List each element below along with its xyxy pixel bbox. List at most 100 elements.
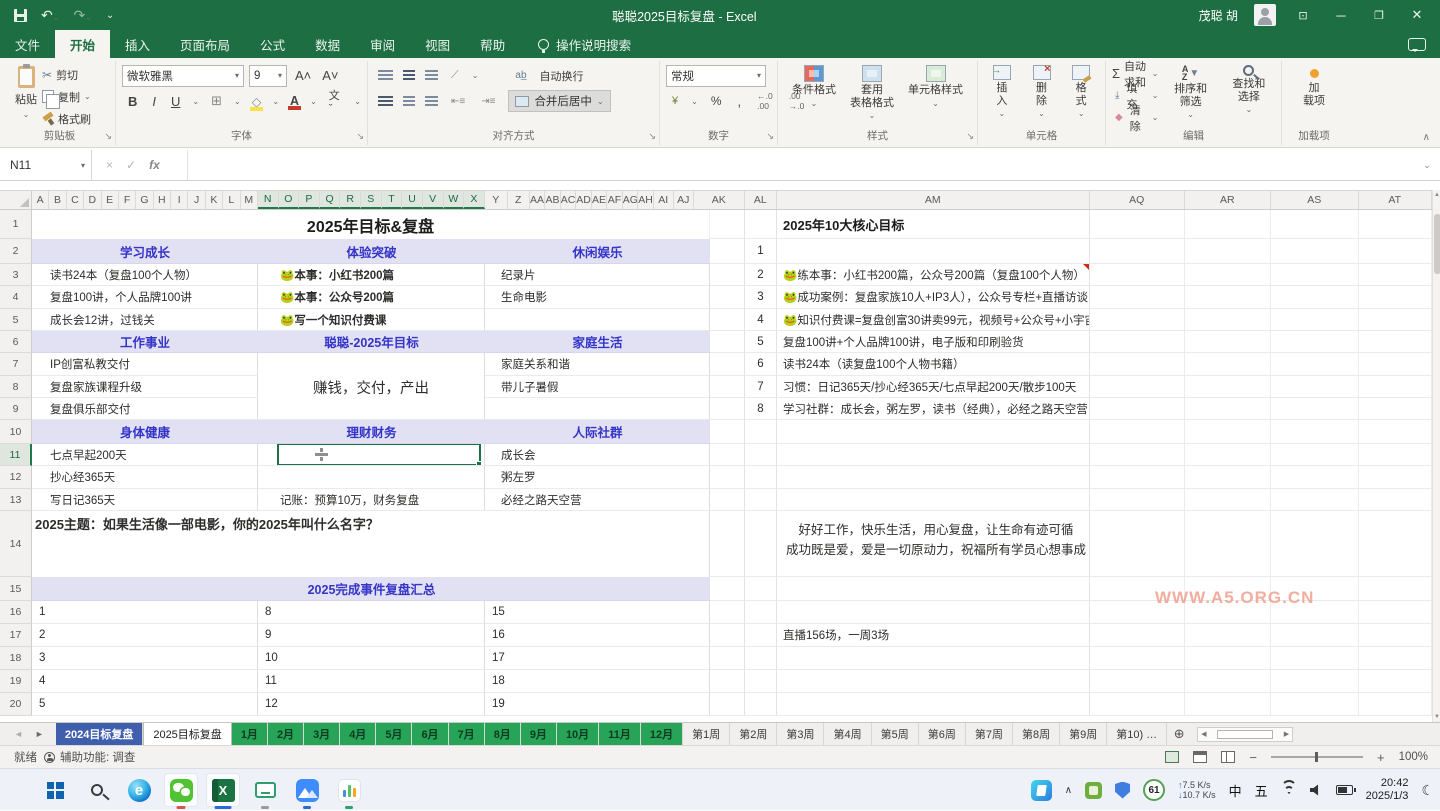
column-header-AG[interactable]: AG: [623, 191, 639, 209]
cell[interactable]: 5: [32, 693, 258, 716]
user-avatar[interactable]: [1254, 4, 1276, 26]
cell[interactable]: [745, 210, 777, 239]
increase-decimal-icon[interactable]: ←.0.00: [754, 91, 776, 111]
cell[interactable]: 直播156场，一周3场: [777, 624, 1090, 647]
minimize-button[interactable]: ─: [1330, 8, 1352, 23]
sheet-tab-第2周[interactable]: 第2周: [730, 723, 777, 745]
column-header-M[interactable]: M: [241, 191, 258, 209]
cell[interactable]: [1185, 420, 1271, 444]
cell[interactable]: [1359, 444, 1432, 466]
column-header-G[interactable]: G: [136, 191, 153, 209]
column-header-V[interactable]: V: [423, 191, 444, 209]
paste-button[interactable]: 粘贴⌄: [10, 63, 42, 128]
cell[interactable]: 好好工作，快乐生活，用心复盘，让生命有迹可循成功既是爱，爱是一切原动力，祝福所有…: [777, 511, 1090, 577]
cell[interactable]: 1: [745, 239, 777, 264]
column-header-I[interactable]: I: [171, 191, 188, 209]
collapse-ribbon-icon[interactable]: ∧: [1423, 132, 1430, 143]
cell[interactable]: 成长会12讲，过钱关: [32, 309, 258, 331]
cell[interactable]: [485, 398, 710, 420]
cell-band[interactable]: 学习成长: [32, 239, 258, 264]
accessibility-status[interactable]: 辅助功能: 调查: [44, 749, 135, 765]
cell[interactable]: [258, 466, 485, 489]
cell-band[interactable]: 人际社群: [485, 420, 710, 444]
cell[interactable]: [1271, 624, 1359, 647]
cell[interactable]: [745, 693, 777, 716]
cell[interactable]: [710, 444, 745, 466]
tray-security-shield-icon[interactable]: [1115, 782, 1130, 799]
row-header-1[interactable]: 1: [0, 210, 32, 239]
taskbar-excel[interactable]: X: [202, 769, 244, 811]
column-header-J[interactable]: J: [188, 191, 205, 209]
cell[interactable]: 记账：预算10万，财务复盘: [258, 489, 485, 511]
cell[interactable]: 必经之路天空营: [485, 489, 710, 511]
cell[interactable]: [710, 398, 745, 420]
zoom-level[interactable]: 100%: [1399, 751, 1428, 763]
tab-page-layout[interactable]: 页面布局: [165, 30, 245, 58]
customize-qat-icon[interactable]: ⌄: [106, 10, 114, 21]
delete-cells-button[interactable]: 删除⌄: [1024, 63, 1060, 129]
cell[interactable]: [745, 420, 777, 444]
sheet-tab-12月[interactable]: 12月: [641, 723, 683, 745]
cell[interactable]: 4: [745, 309, 777, 331]
row-header-10[interactable]: 10: [0, 420, 32, 444]
cell[interactable]: [1359, 309, 1432, 331]
sheet-tab-第10) …[interactable]: 第10) …: [1107, 723, 1167, 745]
cell[interactable]: [1271, 511, 1359, 577]
cell[interactable]: [1090, 353, 1185, 376]
cell[interactable]: 🐸知识付费课=复盘创富30讲卖99元，视频号+公众号+小宇宙: [777, 309, 1090, 331]
wrap-text-button[interactable]: 自动换行: [540, 68, 584, 84]
cell[interactable]: [1185, 239, 1271, 264]
cell[interactable]: [1090, 647, 1185, 670]
row-header-20[interactable]: 20: [0, 693, 32, 716]
row-header-18[interactable]: 18: [0, 647, 32, 670]
sheet-tab-2月[interactable]: 2月: [268, 723, 304, 745]
cell[interactable]: [710, 376, 745, 398]
tray-network-speed[interactable]: ↑7.5 K/s↓10.7 K/s: [1178, 780, 1216, 801]
cell[interactable]: [710, 264, 745, 286]
cell[interactable]: [1090, 466, 1185, 489]
font-dialog-launcher-icon[interactable]: ↘: [356, 131, 364, 142]
cell-band[interactable]: 聪聪-2025年目标: [258, 331, 485, 353]
cell[interactable]: [1359, 624, 1432, 647]
cell-band[interactable]: [32, 577, 258, 601]
align-center-icon[interactable]: [403, 96, 415, 107]
sheet-tab-1月[interactable]: 1月: [232, 723, 268, 745]
sheet-tab-第9周[interactable]: 第9周: [1060, 723, 1107, 745]
column-header-U[interactable]: U: [402, 191, 423, 209]
cell[interactable]: 复盘家族课程升级: [32, 376, 258, 398]
column-header-L[interactable]: L: [223, 191, 240, 209]
cell-styles-button[interactable]: 单元格样式⌄: [901, 63, 970, 129]
sheet-tab-5月[interactable]: 5月: [376, 723, 412, 745]
cell[interactable]: 纪录片: [485, 264, 710, 286]
cell[interactable]: [745, 601, 777, 624]
taskbar-wechat[interactable]: [160, 769, 202, 811]
column-header-AK[interactable]: AK: [694, 191, 745, 209]
cell[interactable]: [1271, 444, 1359, 466]
tray-health-score[interactable]: 61: [1143, 779, 1165, 801]
clipboard-dialog-launcher-icon[interactable]: ↘: [104, 131, 112, 142]
page-break-view-icon[interactable]: [1221, 751, 1235, 763]
horizontal-scrollbar[interactable]: ◀ ▶: [1197, 727, 1293, 742]
cell-band[interactable]: 身体健康: [32, 420, 258, 444]
cell[interactable]: [1185, 511, 1271, 577]
cell[interactable]: [1090, 444, 1185, 466]
cell[interactable]: 复盘俱乐部交付: [32, 398, 258, 420]
comma-style-icon[interactable]: ,: [735, 94, 745, 109]
cell[interactable]: [745, 624, 777, 647]
cell[interactable]: [777, 466, 1090, 489]
cell[interactable]: [1359, 331, 1432, 353]
column-header-AI[interactable]: AI: [654, 191, 674, 209]
cell[interactable]: [1271, 264, 1359, 286]
column-header-Z[interactable]: Z: [508, 191, 530, 209]
ime-mode-indicator[interactable]: 五: [1255, 781, 1268, 800]
cell[interactable]: [745, 511, 777, 577]
cell[interactable]: 3: [745, 286, 777, 309]
cell[interactable]: [777, 444, 1090, 466]
column-header-W[interactable]: W: [444, 191, 465, 209]
tab-help[interactable]: 帮助: [465, 30, 520, 58]
column-header-AA[interactable]: AA: [530, 191, 546, 209]
cell[interactable]: [710, 693, 745, 716]
column-header-AJ[interactable]: AJ: [674, 191, 694, 209]
cell[interactable]: 12: [258, 693, 485, 716]
taskbar-cloud-drive[interactable]: [286, 769, 328, 811]
